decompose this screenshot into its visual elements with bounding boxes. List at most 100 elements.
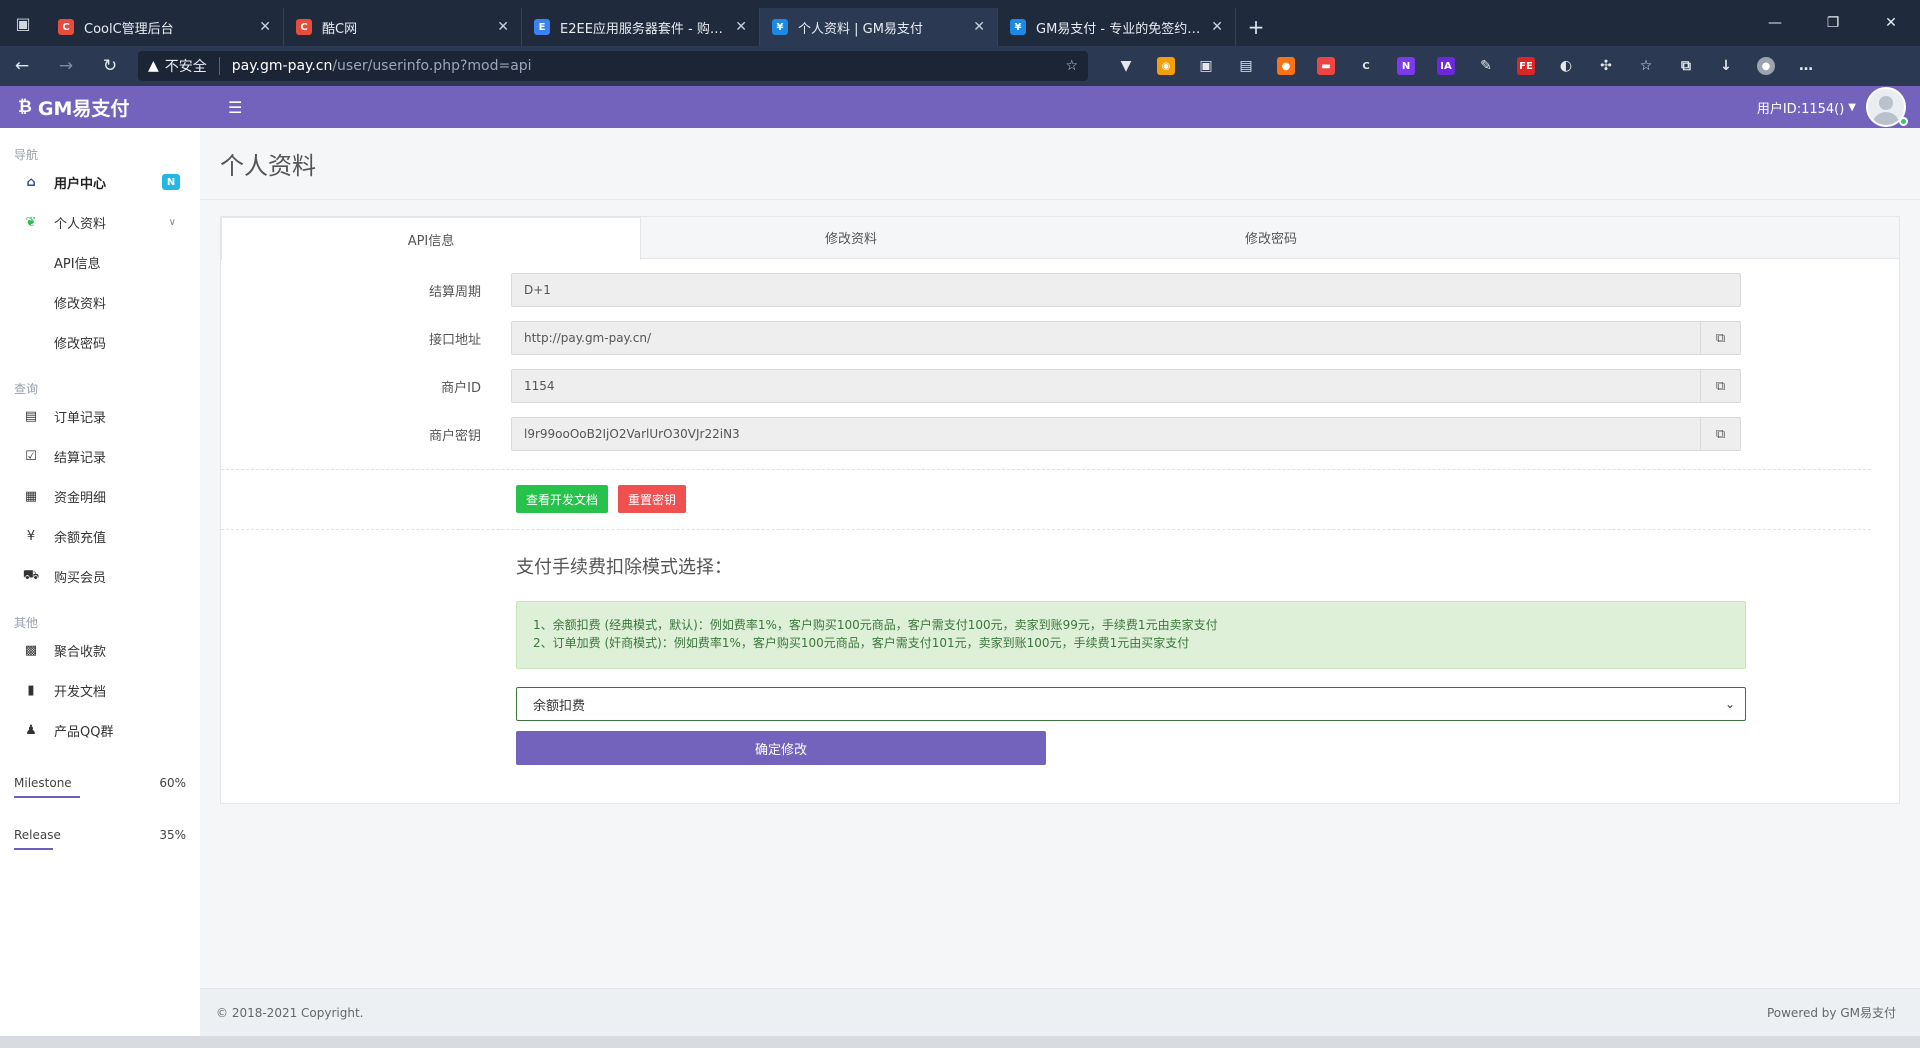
sidebar-item-label: 资金明细 — [54, 490, 107, 506]
copy-icon[interactable]: ⧉ — [1700, 370, 1740, 402]
gamepad-extension-icon[interactable]: ▣ — [1186, 51, 1226, 81]
sidebar-subitem-api-info[interactable]: API信息 — [0, 242, 200, 282]
restore-icon[interactable]: ❐ — [1804, 0, 1862, 46]
progress-release: Release 35% — [0, 816, 200, 868]
puzzle-extension-icon[interactable]: ✣ — [1586, 51, 1626, 81]
sidebar-item-label: 余额充值 — [54, 530, 107, 546]
sidebar: 导航 ⌂ 用户中心 N ❦ 个人资料 ∨ API信息 修改资料 修改密码 查询 … — [0, 128, 200, 1048]
add-favorite-icon[interactable]: ☆ — [1065, 58, 1078, 74]
sidebar-item-dev-docs[interactable]: ▮ 开发文档 — [0, 670, 200, 710]
sidebar-section-other: 其他 — [14, 616, 39, 630]
home-icon: ⌂ — [26, 174, 36, 190]
warning-icon: ▲ — [148, 58, 159, 74]
brand-logo[interactable]: ₿ GM易支付 — [0, 94, 200, 121]
ia-extension-icon[interactable]: IA — [1426, 51, 1466, 81]
sidebar-item-profile[interactable]: ❦ 个人资料 ∨ — [0, 202, 200, 242]
tab-api-info[interactable]: API信息 — [221, 217, 641, 260]
window-close-icon[interactable]: ✕ — [1862, 0, 1920, 46]
api-info-panel: API信息 修改资料 修改密码 结算周期 D+1 接口地址 http://pay… — [220, 216, 1900, 804]
footer-copyright: © 2018-2021 Copyright. — [216, 1005, 364, 1020]
moon-extension-icon[interactable]: ◐ — [1546, 51, 1586, 81]
profile-icon[interactable]: ● — [1746, 51, 1786, 81]
profile-tabs: API信息 修改资料 修改密码 — [221, 217, 1899, 260]
sidebar-item-qq-group[interactable]: ♟ 产品QQ群 — [0, 710, 200, 750]
sidebar-item-settlements[interactable]: ☑ 结算记录 — [0, 436, 200, 476]
sidebar-subitem-change-password[interactable]: 修改密码 — [0, 322, 200, 362]
footer-powered-by: Powered by GM易支付 — [1766, 1006, 1896, 1020]
close-icon[interactable]: ✕ — [735, 19, 747, 35]
reset-key-button[interactable]: 重置密钥 — [618, 485, 687, 513]
confirm-button[interactable]: 确定修改 — [516, 731, 1046, 765]
api-url-field[interactable]: http://pay.gm-pay.cn/ ⧉ — [511, 321, 1741, 355]
divider — [221, 469, 1871, 470]
onenote-extension-icon[interactable]: N — [1386, 51, 1426, 81]
tab-title: E2EE应用服务器套件 - 购买 - E2EE — [560, 21, 727, 37]
vivaldi-extension-icon[interactable]: ▼ — [1106, 51, 1146, 81]
sidebar-item-label: 结算记录 — [54, 450, 107, 466]
sidebar-item-user-center[interactable]: ⌂ 用户中心 N — [0, 162, 200, 202]
url-input[interactable]: ▲ 不安全 pay.gm-pay.cn /user/userinfo.php?m… — [138, 51, 1088, 81]
browser-tab-4[interactable]: ¥ 个人资料 | GM易支付 ✕ — [760, 8, 998, 46]
sidebar-item-buy-member[interactable]: ⛟ 购买会员 — [0, 556, 200, 596]
divider — [218, 57, 220, 75]
downloads-icon[interactable]: ↓ — [1706, 51, 1746, 81]
leaf-icon: ❦ — [25, 214, 37, 230]
sidebar-item-aggregate[interactable]: ▩ 聚合收款 — [0, 630, 200, 670]
collections-icon[interactable]: ⧉ — [1666, 51, 1706, 81]
browser-tab-3[interactable]: E E2EE应用服务器套件 - 购买 - E2EE ✕ — [522, 8, 760, 46]
page-title: 个人资料 — [200, 128, 1920, 200]
close-icon[interactable]: ✕ — [1211, 19, 1223, 35]
browser-tab-2[interactable]: C 酷C网 ✕ — [284, 8, 522, 46]
tab-change-password[interactable]: 修改密码 — [1061, 217, 1481, 258]
merchant-id-field[interactable]: 1154 ⧉ — [511, 369, 1741, 403]
extension-toolbar: ▼ ◉ ▣ ▤ ● ▬ C N IA ✎ FE ◐ ✣ ☆ ⧉ ↓ ● … — [1106, 51, 1826, 81]
menu-toggle-icon[interactable]: ☰ — [228, 98, 242, 117]
user-menu[interactable]: 用户ID:1154() ▼ — [1757, 87, 1920, 127]
security-label: 不安全 — [164, 59, 207, 75]
pen-extension-icon[interactable]: ✎ — [1466, 51, 1506, 81]
book-icon: ▮ — [27, 682, 35, 698]
fox-extension-icon[interactable]: ◉ — [1146, 51, 1186, 81]
new-tab-icon[interactable]: + — [1236, 8, 1276, 46]
tab-favicon-icon: ¥ — [1010, 19, 1026, 35]
sidebar-section-query: 查询 — [14, 382, 39, 396]
view-docs-button[interactable]: 查看开发文档 — [516, 485, 609, 513]
fe-extension-icon[interactable]: FE — [1506, 51, 1546, 81]
tab-edit-profile[interactable]: 修改资料 — [641, 217, 1061, 258]
red-extension-icon[interactable]: ▬ — [1306, 51, 1346, 81]
sidebar-item-orders[interactable]: ▤ 订单记录 — [0, 396, 200, 436]
favorites-icon[interactable]: ☆ — [1626, 51, 1666, 81]
close-icon[interactable]: ✕ — [259, 19, 271, 35]
minimize-icon[interactable]: — — [1746, 0, 1804, 46]
tab-actions-icon[interactable]: ▣ — [0, 0, 46, 46]
field-label: 结算周期 — [428, 284, 481, 300]
chevron-down-icon: ∨ — [168, 216, 176, 228]
more-icon[interactable]: … — [1786, 51, 1826, 81]
browser-tab-1[interactable]: C CoolC管理后台 ✕ — [46, 8, 284, 46]
close-icon[interactable]: ✕ — [497, 19, 509, 35]
sidebar-item-label: 产品QQ群 — [54, 724, 114, 740]
reload-icon[interactable]: ↻ — [88, 46, 132, 86]
qq-icon: ♟ — [25, 722, 37, 738]
copy-icon[interactable]: ⧉ — [1700, 418, 1740, 450]
merchant-key-field[interactable]: l9r99ooOoB2IjO2VarlUrO30VJr22iN3 ⧉ — [511, 417, 1741, 451]
reader-extension-icon[interactable]: ▤ — [1226, 51, 1266, 81]
qrcode-icon: ▩ — [24, 642, 38, 658]
bitcoin-icon: ₿ — [18, 97, 32, 117]
code-extension-icon[interactable]: C — [1346, 51, 1386, 81]
close-icon[interactable]: ✕ — [973, 19, 985, 35]
forward-icon[interactable]: → — [44, 46, 88, 86]
merchant-key-row: 商户密钥 l9r99ooOoB2IjO2VarlUrO30VJr22iN3 ⧉ — [221, 417, 1901, 451]
fee-mode-select[interactable]: 余额扣费 ⌄ — [516, 687, 1746, 721]
sidebar-subitem-edit-profile[interactable]: 修改资料 — [0, 282, 200, 322]
back-icon[interactable]: ← — [0, 46, 44, 86]
url-path: /user/userinfo.php?mod=api — [332, 58, 532, 74]
sidebar-item-label: 修改密码 — [54, 336, 107, 352]
owl-extension-icon[interactable]: ● — [1266, 51, 1306, 81]
copy-icon[interactable]: ⧉ — [1700, 322, 1740, 354]
browser-tab-5[interactable]: ¥ GM易支付 - 专业的免签约易支付 ✕ — [998, 8, 1236, 46]
sidebar-item-funds[interactable]: ▦ 资金明细 — [0, 476, 200, 516]
chevron-down-icon: ⌄ — [1724, 697, 1735, 711]
footer: © 2018-2021 Copyright. Powered by GM易支付 — [200, 988, 1920, 1036]
sidebar-item-recharge[interactable]: ¥ 余额充值 — [0, 516, 200, 556]
